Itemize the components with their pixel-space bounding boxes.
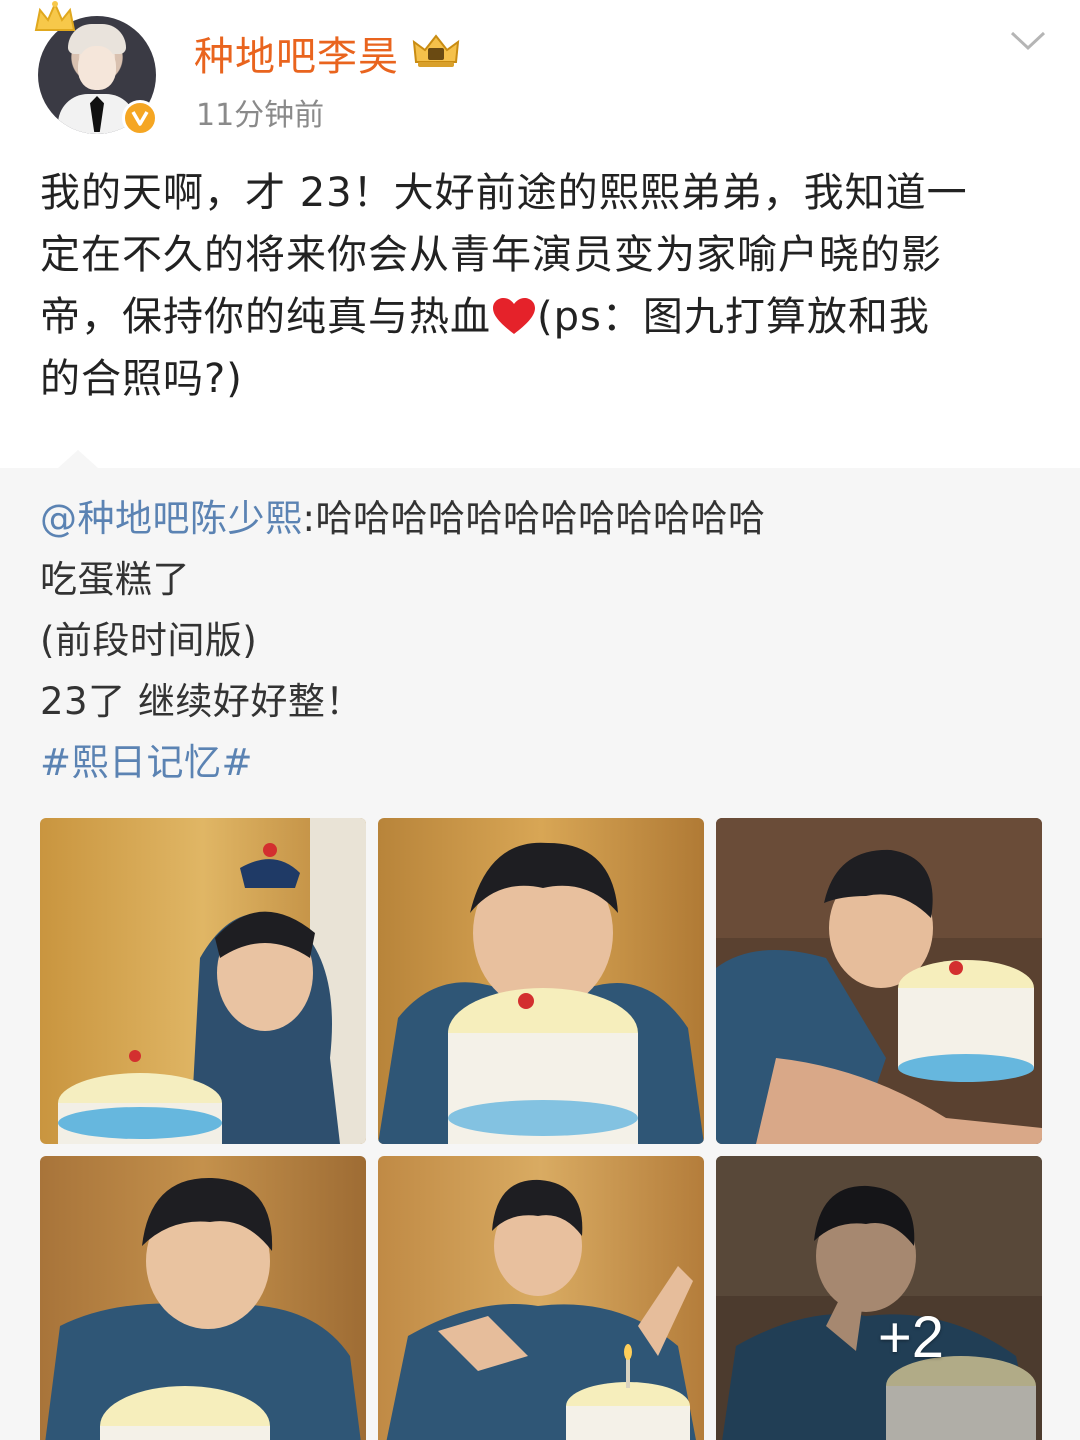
post-header: 种地吧李昊 11分钟前 (0, 0, 1080, 150)
vip-crown-icon (412, 34, 460, 67)
post-content: 我的天啊，才 23！大好前途的熙熙弟弟，我知道一 定在不久的将来你会从青年演员变… (40, 162, 1040, 410)
avatar[interactable] (34, 1, 158, 136)
verified-badge-icon (122, 100, 158, 136)
chevron-down-icon[interactable] (1008, 28, 1048, 54)
repost-line-4: 23了 继续好好整！ (40, 680, 363, 723)
post-line-3: 帝，保持你的纯真与热血 (ps：图九打算放和我 (40, 286, 1040, 348)
post-line-3-text: 帝，保持你的纯真与热血 (40, 294, 491, 340)
post-line-2: 定在不久的将来你会从青年演员变为家喻户晓的影 (40, 232, 942, 278)
repost-line-1: @种地吧陈少熙:哈哈哈哈哈哈哈哈哈哈哈哈 (40, 488, 1040, 549)
repost-notch (58, 450, 98, 468)
photo-grid: +2 (40, 818, 1042, 1440)
mention-link[interactable]: @种地吧陈少熙 (40, 497, 303, 540)
repost-line-3: (前段时间版) (40, 619, 258, 662)
photo-4[interactable] (40, 1156, 366, 1440)
repost-line-2: 吃蛋糕了 (40, 558, 190, 601)
repost-content: @种地吧陈少熙:哈哈哈哈哈哈哈哈哈哈哈哈 吃蛋糕了 (前段时间版) 23了 继续… (40, 488, 1040, 793)
repost-line-1-text: :哈哈哈哈哈哈哈哈哈哈哈哈 (302, 497, 766, 540)
more-photos-count: +2 (877, 1305, 945, 1370)
more-photos-overlay[interactable]: +2 (716, 1156, 1042, 1440)
photo-2[interactable] (378, 818, 704, 1144)
photo-5[interactable] (378, 1156, 704, 1440)
heart-emoji-icon (493, 298, 535, 334)
post-line-4: 的合照吗?) (40, 356, 243, 402)
username[interactable]: 种地吧李昊 (194, 24, 399, 82)
photo-1[interactable] (40, 818, 366, 1144)
post-line-1: 我的天啊，才 23！大好前途的熙熙弟弟，我知道一 (40, 170, 968, 216)
timestamp: 11分钟前 (196, 98, 325, 133)
photo-3[interactable] (716, 818, 1042, 1144)
photo-6[interactable]: +2 (716, 1156, 1042, 1440)
crown-icon (34, 1, 76, 31)
post-line-3-ps: (ps：图九打算放和我 (537, 294, 930, 340)
hashtag-link[interactable]: #熙日记忆# (40, 732, 1040, 793)
